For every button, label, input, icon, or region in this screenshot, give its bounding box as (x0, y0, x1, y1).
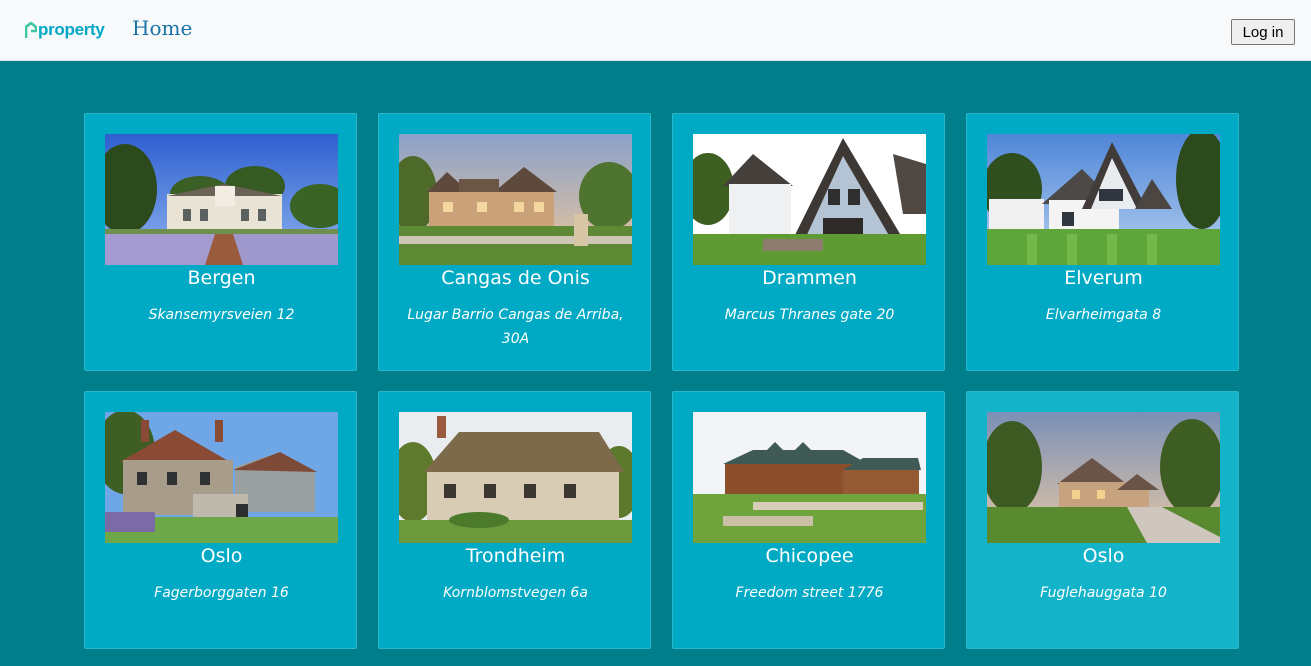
listing-address: Elvarheimgata 8 (1045, 307, 1162, 323)
listing-photo (987, 134, 1220, 265)
listing-city: Chicopee (765, 545, 854, 567)
listing-photo (399, 412, 632, 543)
listing-address: Fagerborggaten 16 (154, 585, 289, 601)
listing-photo (987, 412, 1220, 543)
listing-city: Cangas de Onis (441, 267, 590, 289)
listing-address: Lugar Barrio Cangas de Arriba, 30A (407, 307, 624, 347)
listing-address: Fuglehauggata 10 (1040, 585, 1167, 601)
listing-address: Kornblomstvegen 6a (443, 585, 588, 601)
listing-card[interactable]: Chicopee Freedom street 1776 (672, 391, 945, 649)
listing-photo (693, 134, 926, 265)
top-navbar: property Home Log in (0, 0, 1311, 61)
listing-photo (105, 412, 338, 543)
house-logo-icon (25, 21, 37, 38)
listing-card[interactable]: Oslo Fagerborggaten 16 (84, 391, 357, 649)
listing-card[interactable]: Trondheim Kornblomstvegen 6a (378, 391, 651, 649)
listing-city: Trondheim (465, 545, 566, 567)
listing-card[interactable]: Bergen Skansemyrsveien 12 (84, 113, 357, 371)
listing-city: Drammen (762, 267, 857, 289)
listing-photo (693, 412, 926, 543)
listing-photo (399, 134, 632, 265)
listing-card[interactable]: Oslo Fuglehauggata 10 (966, 391, 1239, 649)
listing-address: Freedom street 1776 (735, 585, 884, 601)
listing-address: Marcus Thranes gate 20 (724, 307, 895, 323)
listing-city: Bergen (187, 267, 256, 289)
listing-city: Oslo (200, 545, 243, 567)
listing-card[interactable]: Elverum Elvarheimgata 8 (966, 113, 1239, 371)
brand-logo[interactable]: property (25, 19, 105, 41)
listing-photo (105, 134, 338, 265)
listing-address: Skansemyrsveien 12 (148, 307, 295, 323)
login-button[interactable]: Log in (1231, 19, 1295, 45)
nav-home-link[interactable]: Home (132, 16, 192, 40)
listing-city: Elverum (1064, 267, 1143, 289)
listing-card[interactable]: Drammen Marcus Thranes gate 20 (672, 113, 945, 371)
listing-card[interactable]: Cangas de Onis Lugar Barrio Cangas de Ar… (378, 113, 651, 371)
listing-city: Oslo (1082, 545, 1125, 567)
brand-name: property (38, 20, 105, 39)
